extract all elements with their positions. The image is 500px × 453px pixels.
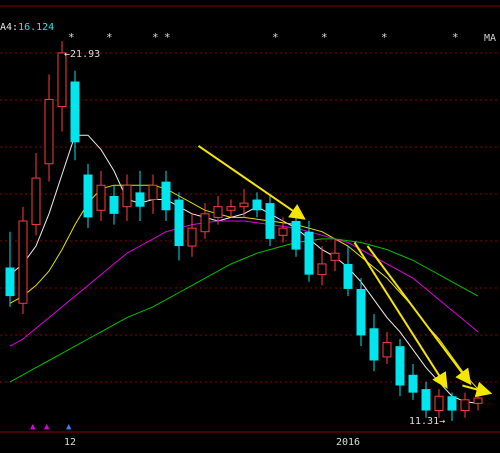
x-tick-12: 12: [64, 437, 77, 448]
event-star-3[interactable]: *: [152, 31, 159, 44]
candle-body-down: [83, 174, 93, 218]
ma-readout: A4:16.124: [0, 22, 54, 33]
event-star-1[interactable]: *: [68, 31, 75, 44]
candle-body-down: [395, 346, 405, 386]
high-price-value: 21.93: [70, 49, 101, 60]
ma-readout-prefix: A4:: [0, 22, 19, 33]
candle-body-up: [317, 263, 327, 276]
signal-arrow-icon: ▲: [66, 422, 72, 432]
candle-body-up: [187, 227, 197, 247]
candle-body-up: [226, 206, 236, 211]
ma60-line: [9, 238, 479, 383]
low-price-value: 11.31: [409, 416, 440, 427]
candle-body-up: [239, 202, 249, 208]
candle-body-down: [252, 199, 262, 211]
candle-body-down: [70, 81, 80, 143]
candle-body-up: [96, 184, 106, 211]
event-star-8[interactable]: *: [452, 31, 459, 44]
candle-body-down: [408, 374, 418, 393]
candle-body-down: [5, 267, 15, 297]
candle-body-up: [148, 184, 158, 201]
signal-arrow-icon: ▲: [30, 422, 36, 432]
candle-body-down: [356, 288, 366, 336]
candle-body-up: [200, 213, 210, 233]
low-price-label: 11.31→: [409, 416, 446, 427]
candle-body-up: [57, 52, 67, 108]
candle-body-up: [473, 397, 483, 404]
candle-body-up: [382, 342, 392, 358]
candle-body-down: [109, 195, 119, 214]
candle-body-up: [44, 98, 54, 165]
candle-body-up: [213, 206, 223, 218]
candle-body-down: [174, 199, 184, 247]
candle-body-up: [330, 252, 340, 261]
candle-body-down: [135, 192, 145, 207]
chart-canvas: [0, 5, 500, 433]
candle-body-up: [434, 395, 444, 412]
candle-body-up: [18, 220, 28, 304]
event-star-4[interactable]: *: [164, 31, 171, 44]
candlestick-chart: [0, 0, 500, 449]
high-price-label: ←21.93: [64, 49, 101, 60]
candle-body-down: [265, 203, 275, 239]
ma-readout-value: 16.124: [18, 22, 55, 33]
ma-tag[interactable]: MA: [484, 33, 496, 44]
candle-body-up: [122, 184, 132, 208]
candle-body-down: [421, 389, 431, 411]
x-tick-2016: 2016: [336, 437, 361, 448]
event-star-7[interactable]: *: [381, 31, 388, 44]
candle-body-up: [278, 227, 288, 236]
candle-body-down: [161, 181, 171, 211]
event-star-6[interactable]: *: [321, 31, 328, 44]
event-star-2[interactable]: *: [106, 31, 113, 44]
candle-body-down: [369, 328, 379, 361]
trend-arrow: [366, 245, 472, 386]
candle-body-up: [460, 399, 470, 412]
ma5-line: [9, 134, 479, 404]
candle-body-down: [343, 263, 353, 289]
candle-body-down: [304, 231, 314, 275]
signal-arrow-icon: ▲: [44, 422, 50, 432]
candle-body-up: [31, 177, 41, 226]
candle-body-down: [291, 221, 301, 250]
candle-body-down: [447, 396, 457, 411]
event-star-5[interactable]: *: [272, 31, 279, 44]
